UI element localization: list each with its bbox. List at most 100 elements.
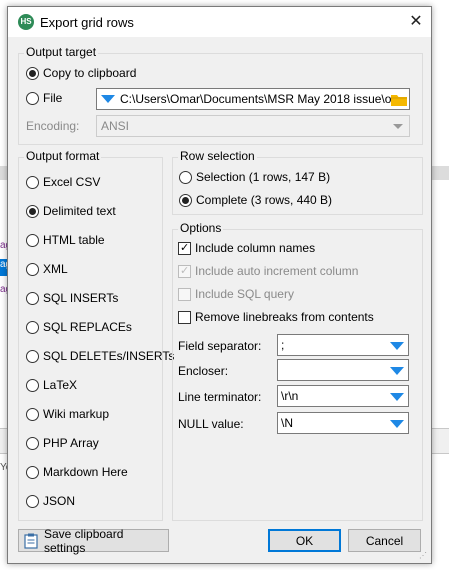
output-format-option-label: HTML table: [43, 233, 105, 247]
output-format-option[interactable]: HTML table: [26, 233, 105, 247]
file-path-text: C:\Users\Omar\Documents\MSR May 2018 iss…: [120, 92, 392, 106]
include-column-names-checkbox[interactable]: [178, 241, 191, 255]
output-format-radio[interactable]: [26, 407, 39, 421]
output-format-option[interactable]: Markdown Here: [26, 465, 128, 479]
copy-to-clipboard-radio[interactable]: [26, 66, 39, 80]
app-icon: HS: [18, 14, 34, 30]
include-column-names-label: Include column names: [195, 241, 316, 255]
save-clipboard-settings-button[interactable]: Save clipboard settings: [18, 526, 169, 555]
dialog-title: Export grid rows: [40, 15, 134, 30]
encoding-select[interactable]: ANSI: [96, 115, 410, 137]
output-format-option[interactable]: JSON: [26, 494, 75, 508]
remove-linebreaks-label: Remove linebreaks from contents: [195, 310, 374, 324]
output-format-option[interactable]: SQL INSERTs: [26, 291, 118, 305]
save-clipboard-settings-label: Save clipboard settings: [44, 526, 124, 555]
output-format-radio[interactable]: [26, 378, 39, 392]
output-format-option-label: Markdown Here: [43, 465, 128, 479]
encoding-value: ANSI: [101, 119, 130, 133]
include-auto-increment-option[interactable]: Include auto increment column: [178, 264, 358, 278]
output-format-option-label: PHP Array: [43, 436, 99, 450]
file-label: File: [43, 91, 63, 105]
output-format-option-label: Excel CSV: [43, 175, 101, 189]
options-label: Options: [178, 221, 224, 235]
output-format-option-label: LaTeX: [43, 378, 78, 392]
output-format-option[interactable]: LaTeX: [26, 378, 77, 392]
encloser-select[interactable]: [277, 359, 409, 381]
chevron-down-icon[interactable]: [390, 393, 404, 401]
include-sql-query-label: Include SQL query: [195, 287, 294, 301]
output-format-option-label: SQL REPLACEs: [43, 320, 132, 334]
output-format-radio[interactable]: [26, 204, 39, 218]
selection-radio[interactable]: [179, 170, 192, 184]
export-dialog: HS Export grid rows ✕ Output target Copy…: [7, 6, 432, 564]
include-sql-query-option[interactable]: Include SQL query: [178, 287, 294, 301]
row-selection-complete-option[interactable]: Complete (3 rows, 440 B): [179, 193, 332, 207]
output-format-radio[interactable]: [26, 262, 39, 276]
include-auto-increment-label: Include auto increment column: [195, 264, 359, 278]
output-format-option-label: Wiki markup: [43, 407, 110, 421]
null-value-value: \N: [281, 416, 293, 430]
chevron-down-icon: [393, 124, 403, 129]
field-separator-value: ;: [281, 338, 285, 352]
include-column-names-option[interactable]: Include column names: [178, 241, 315, 255]
output-format-radio[interactable]: [26, 320, 39, 334]
file-path-input[interactable]: C:\Users\Omar\Documents\MSR May 2018 iss…: [96, 88, 410, 110]
complete-label: Complete (3 rows, 440 B): [196, 193, 333, 207]
output-format-option[interactable]: XML: [26, 262, 68, 276]
copy-to-clipboard-label: Copy to clipboard: [43, 66, 137, 80]
folder-icon[interactable]: [391, 93, 407, 106]
row-selection-selection-option[interactable]: Selection (1 rows, 147 B): [179, 170, 330, 184]
output-format-radio[interactable]: [26, 291, 39, 305]
output-target-label: Output target: [24, 45, 99, 59]
output-format-option[interactable]: PHP Array: [26, 436, 99, 450]
cancel-label: Cancel: [365, 533, 404, 548]
row-selection-label: Row selection: [178, 149, 257, 163]
output-format-radio[interactable]: [26, 494, 39, 508]
cancel-button[interactable]: Cancel: [348, 529, 421, 552]
ok-button[interactable]: OK: [268, 529, 341, 552]
output-format-label: Output format: [24, 149, 102, 163]
remove-linebreaks-option[interactable]: Remove linebreaks from contents: [178, 310, 374, 324]
complete-radio[interactable]: [179, 193, 192, 207]
chevron-down-icon[interactable]: [390, 367, 404, 375]
close-button[interactable]: ✕: [401, 7, 431, 37]
null-value-select[interactable]: \N: [277, 412, 409, 434]
chevron-down-icon[interactable]: [390, 420, 404, 428]
line-terminator-label: Line terminator:: [178, 390, 262, 404]
output-format-option[interactable]: Wiki markup: [26, 407, 109, 421]
output-format-option-label: SQL INSERTs: [43, 291, 119, 305]
output-format-option-label: JSON: [43, 494, 76, 508]
selection-label: Selection (1 rows, 147 B): [196, 170, 331, 184]
include-auto-increment-checkbox[interactable]: [178, 264, 191, 278]
chevron-down-icon[interactable]: [390, 342, 404, 350]
include-sql-query-checkbox[interactable]: [178, 287, 191, 301]
file-radio[interactable]: [26, 91, 39, 105]
encloser-label: Encloser:: [178, 364, 229, 378]
file-option[interactable]: File: [26, 91, 62, 105]
output-format-option-label: SQL DELETEs/INSERTs: [43, 349, 175, 363]
line-terminator-select[interactable]: \r\n: [277, 385, 409, 407]
output-format-radio[interactable]: [26, 233, 39, 247]
output-format-option[interactable]: Delimited text: [26, 204, 116, 218]
copy-to-clipboard-option[interactable]: Copy to clipboard: [26, 66, 136, 80]
output-format-radio[interactable]: [26, 436, 39, 450]
output-format-option-label: Delimited text: [43, 204, 116, 218]
file-dropdown-icon[interactable]: [100, 93, 116, 105]
output-format-option[interactable]: SQL REPLACEs: [26, 320, 132, 334]
output-format-option[interactable]: SQL DELETEs/INSERTs: [26, 349, 174, 363]
remove-linebreaks-checkbox[interactable]: [178, 310, 191, 324]
clipboard-icon: [24, 533, 38, 549]
field-separator-label: Field separator:: [178, 339, 262, 353]
output-format-radio[interactable]: [26, 465, 39, 479]
resize-grip-icon[interactable]: ⋰: [419, 551, 429, 561]
output-format-option-label: XML: [43, 262, 68, 276]
null-value-label: NULL value:: [178, 417, 244, 431]
output-format-option[interactable]: Excel CSV: [26, 175, 100, 189]
output-format-radio[interactable]: [26, 175, 39, 189]
encoding-label: Encoding:: [26, 119, 80, 133]
output-format-radio[interactable]: [26, 349, 39, 363]
field-separator-select[interactable]: ;: [277, 334, 409, 356]
line-terminator-value: \r\n: [281, 389, 299, 403]
title-bar: HS Export grid rows ✕: [8, 7, 431, 37]
close-icon: ✕: [409, 13, 423, 30]
